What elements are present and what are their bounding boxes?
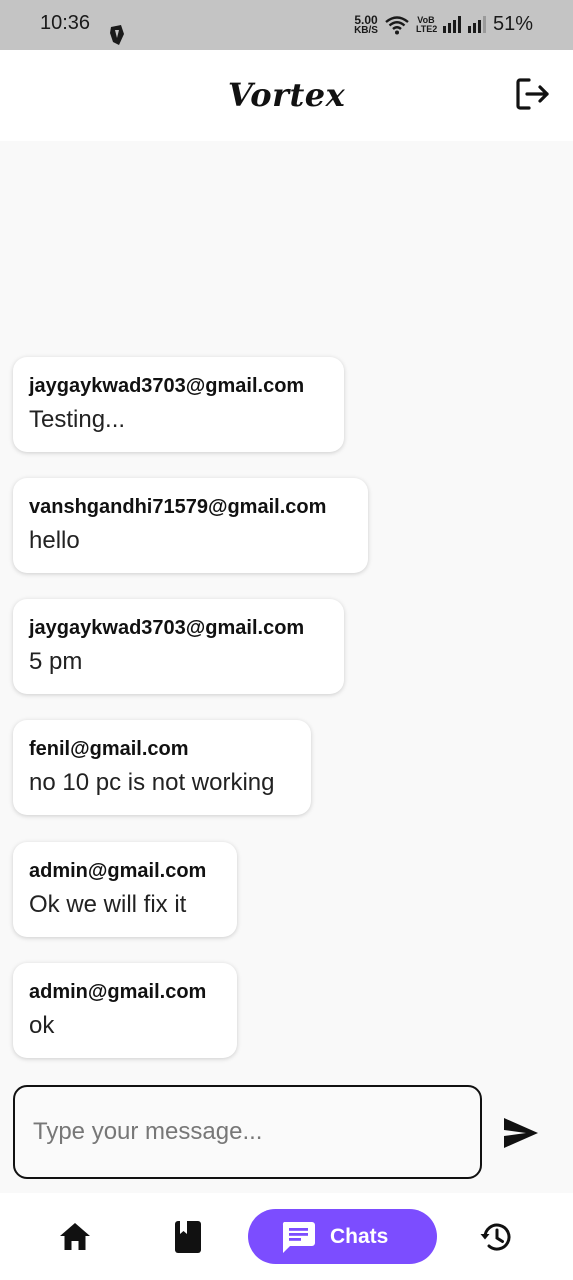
- message-sender: jaygaykwad3703@gmail.com: [29, 617, 305, 639]
- status-time: 10:36: [40, 12, 91, 34]
- app-notification-icon: [110, 25, 124, 45]
- logout-icon[interactable]: [515, 76, 551, 112]
- message-text: Testing...: [29, 406, 126, 433]
- message-text: hello: [29, 527, 80, 554]
- message-text: 5 pm: [29, 648, 83, 675]
- network-speed: 5.00 KB/S: [354, 13, 378, 36]
- status-icons: 5.00 KB/S VoB LTE2 51%: [354, 13, 533, 36]
- message-sender: fenil@gmail.com: [29, 738, 189, 760]
- volte-icon: VoB LTE2: [415, 14, 438, 34]
- bottom-navigation: Chats: [0, 1193, 573, 1280]
- app-bar: Vortex: [0, 50, 573, 141]
- message-bubble: vanshgandhi71579@gmail.com hello: [13, 478, 368, 573]
- wifi-icon: [385, 15, 409, 34]
- message-bubble: jaygaykwad3703@gmail.com Testing...: [13, 357, 344, 452]
- message-sender: vanshgandhi71579@gmail.com: [29, 496, 327, 518]
- home-icon[interactable]: [58, 1220, 92, 1254]
- message-composer: [13, 1085, 482, 1179]
- signal-icon-1: [442, 16, 461, 33]
- message-sender: jaygaykwad3703@gmail.com: [29, 375, 305, 397]
- send-icon[interactable]: [502, 1115, 540, 1151]
- message-bubble: admin@gmail.com ok: [13, 963, 237, 1058]
- message-text: no 10 pc is not working: [29, 769, 275, 796]
- signal-icon-2: [467, 16, 486, 33]
- message-bubble: fenil@gmail.com no 10 pc is not working: [13, 720, 311, 815]
- battery-level: 51%: [492, 13, 533, 35]
- message-text: ok: [29, 1012, 55, 1039]
- book-icon[interactable]: [171, 1220, 205, 1254]
- chat-icon: [282, 1221, 315, 1253]
- app-title: Vortex: [227, 76, 346, 114]
- message-sender: admin@gmail.com: [29, 860, 207, 882]
- message-text: Ok we will fix it: [29, 891, 187, 918]
- nav-label-chats: Chats: [330, 1224, 389, 1248]
- status-bar: 10:36 5.00 KB/S VoB LTE2 51%: [0, 0, 573, 50]
- message-bubble: admin@gmail.com Ok we will fix it: [13, 842, 237, 937]
- chat-messages[interactable]: jaygaykwad3703@gmail.com Testing... vans…: [0, 141, 573, 1071]
- history-icon[interactable]: [479, 1220, 513, 1254]
- message-bubble: jaygaykwad3703@gmail.com 5 pm: [13, 599, 344, 694]
- nav-item-chats[interactable]: Chats: [248, 1209, 437, 1264]
- message-input[interactable]: [33, 1114, 463, 1150]
- message-sender: admin@gmail.com: [29, 981, 207, 1003]
